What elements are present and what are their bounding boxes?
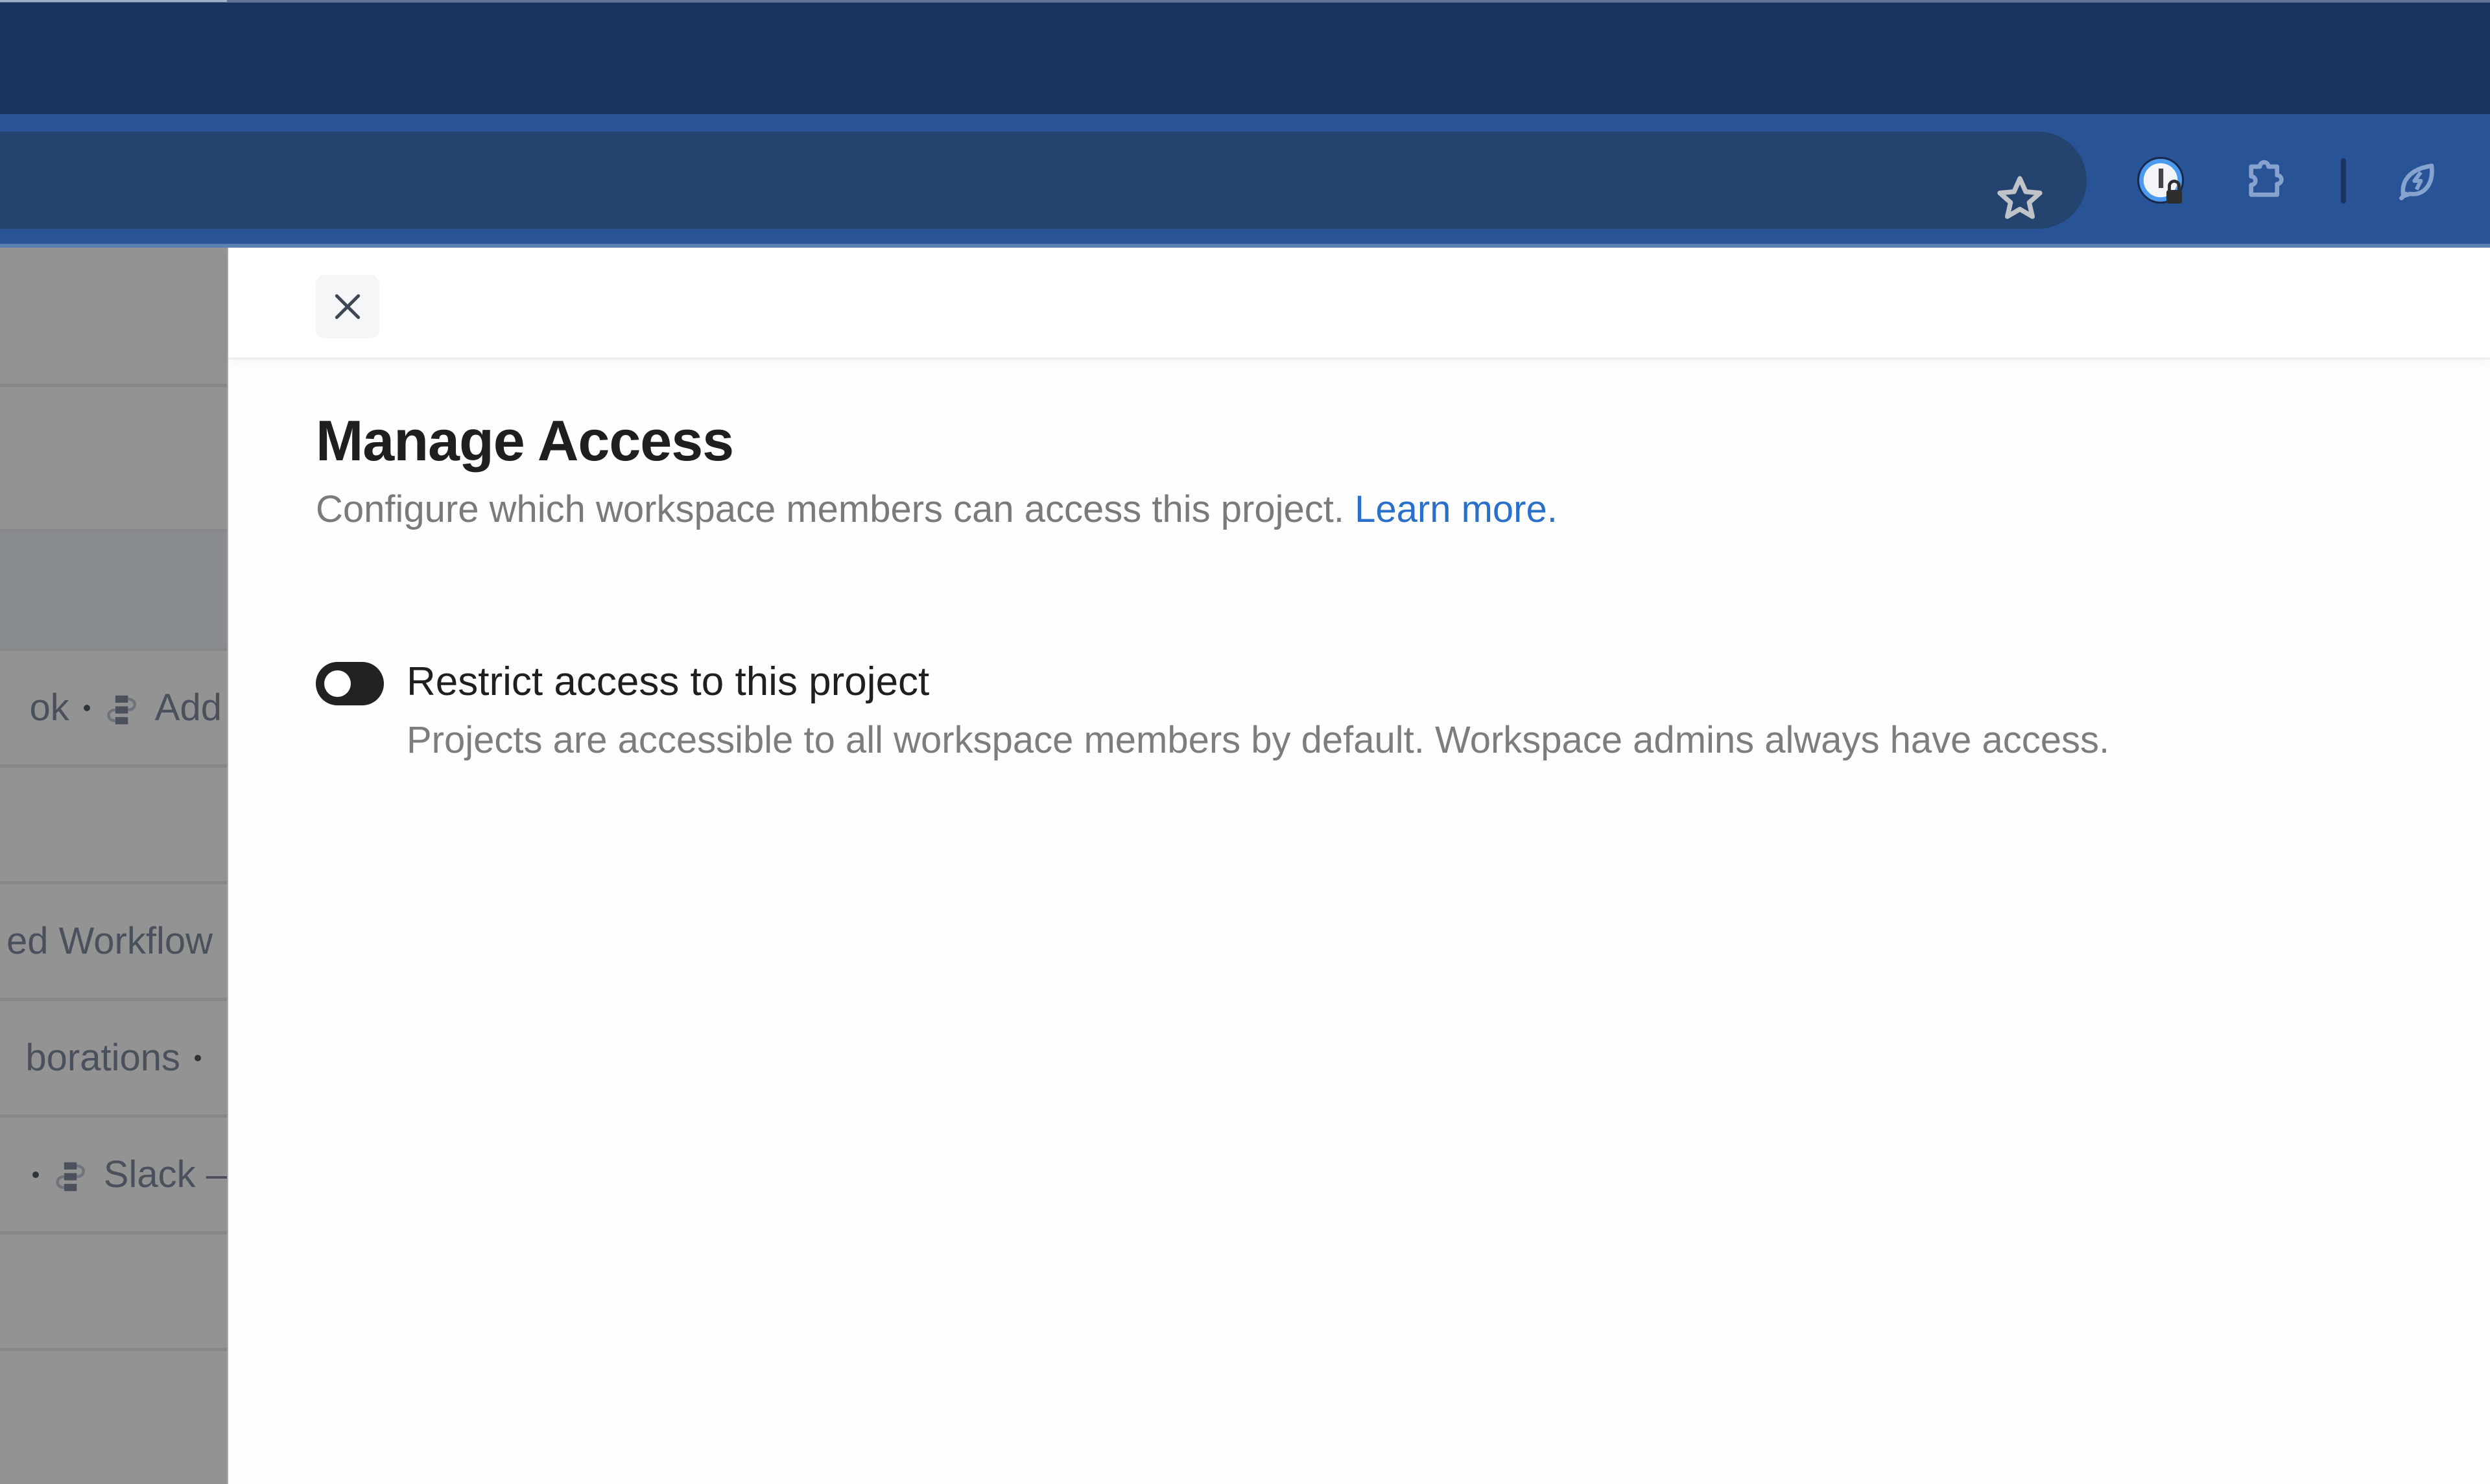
list-row: ed Workflow xyxy=(0,884,227,1001)
energy-saver-icon[interactable] xyxy=(2389,152,2448,210)
password-manager-icon[interactable] xyxy=(2137,153,2188,211)
separator-dot xyxy=(83,704,90,711)
restrict-access-toggle[interactable] xyxy=(316,662,384,705)
integration-icon xyxy=(104,692,141,724)
browser-tab-bar xyxy=(0,0,2490,114)
browser-toolbar xyxy=(0,114,2490,248)
bookmark-star-icon[interactable] xyxy=(1991,169,2049,228)
row-text: Slack – xyxy=(103,1153,227,1195)
learn-more-link[interactable]: Learn more. xyxy=(1355,488,1558,530)
background-overlay[interactable]: ok Add ed Workflow borations Slack – xyxy=(0,248,228,1484)
row-text: ok xyxy=(29,687,69,729)
list-row xyxy=(0,768,227,884)
extensions-icon[interactable] xyxy=(2237,150,2295,209)
list-row xyxy=(0,1234,227,1351)
row-text: borations xyxy=(25,1037,180,1079)
toggle-knob xyxy=(324,670,351,697)
restrict-access-label[interactable]: Restrict access to this project xyxy=(407,656,929,709)
page-title: Manage Access xyxy=(316,408,734,473)
toolbar-divider xyxy=(2341,158,2346,204)
drawer-content: Manage Access Configure which workspace … xyxy=(316,408,2425,761)
tab-bar-edge xyxy=(0,0,2490,3)
list-row-highlighted xyxy=(0,532,227,651)
list-row xyxy=(0,1351,227,1484)
restrict-access-description: Projects are accessible to all workspace… xyxy=(407,719,2110,761)
drawer-header xyxy=(228,248,2490,360)
list-row: borations xyxy=(0,1001,227,1118)
page-subtitle: Configure which workspace members can ac… xyxy=(316,487,2425,532)
list-row xyxy=(0,248,227,387)
manage-access-drawer: Manage Access Configure which workspace … xyxy=(228,248,2490,1484)
subtitle-text: Configure which workspace members can ac… xyxy=(316,488,1344,530)
row-text: ed Workflow xyxy=(6,920,213,962)
close-icon xyxy=(335,294,361,320)
list-row: ok Add xyxy=(0,651,227,768)
close-button[interactable] xyxy=(316,275,379,338)
row-text: Add xyxy=(154,687,222,729)
integration-icon xyxy=(53,1159,89,1191)
tab-bar-edge-highlight xyxy=(0,0,227,2)
separator-dot xyxy=(195,1054,201,1061)
list-row xyxy=(0,387,227,532)
separator-dot xyxy=(32,1171,39,1178)
list-row: Slack – xyxy=(0,1118,227,1234)
address-bar[interactable] xyxy=(0,132,2087,229)
